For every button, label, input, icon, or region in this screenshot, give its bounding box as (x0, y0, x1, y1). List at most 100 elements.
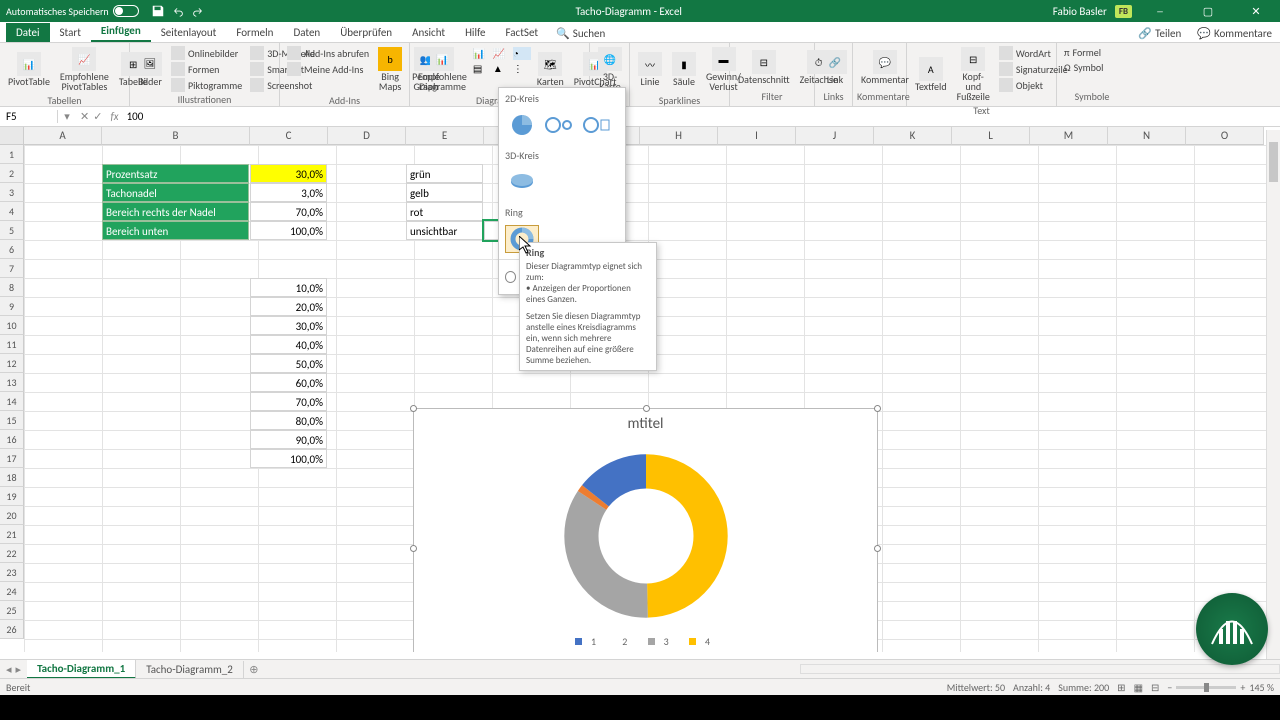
online-pictures-button[interactable]: Onlinebilder (168, 45, 245, 61)
tell-me[interactable]: 🔍 Suchen (548, 25, 613, 42)
zoom-in-button[interactable]: + (1240, 681, 1245, 694)
row-header-23[interactable]: 23 (0, 563, 24, 582)
cell-B2[interactable]: Prozentsatz (102, 164, 249, 183)
textbox-button[interactable]: ATextfeld (911, 45, 951, 104)
bar-chart-icon[interactable]: ▤ (473, 62, 491, 75)
tab-data[interactable]: Daten (283, 23, 330, 42)
tab-help[interactable]: Hilfe (455, 23, 495, 42)
row-header-18[interactable]: 18 (0, 468, 24, 487)
add-sheet-button[interactable]: ⊕ (244, 663, 264, 676)
tab-review[interactable]: Überprüfen (330, 23, 402, 42)
pictograms-button[interactable]: Piktogramme (168, 77, 245, 93)
col-header-K[interactable]: K (874, 127, 952, 145)
zoom-level[interactable]: 145 % (1249, 681, 1274, 694)
cell-B4[interactable]: Bereich rechts der Nadel (102, 202, 249, 221)
row-header-17[interactable]: 17 (0, 449, 24, 468)
resize-handle[interactable] (874, 405, 881, 412)
pivot-table-button[interactable]: 📊PivotTable (4, 45, 54, 94)
get-addins-button[interactable]: Add-Ins abrufen (284, 45, 372, 61)
name-box[interactable]: F5 (0, 110, 58, 123)
cancel-icon[interactable]: ✕ (80, 110, 89, 123)
header-footer-button[interactable]: ⊟Kopf- und Fußzeile (953, 45, 994, 104)
cell-B5[interactable]: Bereich unten (102, 221, 249, 240)
row-header-24[interactable]: 24 (0, 582, 24, 601)
scatter-chart-icon[interactable]: ⋮ (513, 62, 531, 75)
row-header-25[interactable]: 25 (0, 601, 24, 620)
row-header-5[interactable]: 5 (0, 221, 24, 240)
col-header-A[interactable]: A (24, 127, 102, 145)
row-header-10[interactable]: 10 (0, 316, 24, 335)
row-header-8[interactable]: 8 (0, 278, 24, 297)
rec-pivot-button[interactable]: 📈Empfohlene PivotTables (56, 45, 113, 94)
cell-C3[interactable]: 3,0% (250, 183, 327, 202)
cell-C14[interactable]: 70,0% (250, 392, 327, 411)
row-header-4[interactable]: 4 (0, 202, 24, 221)
sheet-grid[interactable]: ABCDEFGHIJKLMNO 123456789101112131415161… (0, 127, 1280, 652)
user-badge-icon[interactable]: FB (1115, 5, 1132, 18)
cell-C15[interactable]: 80,0% (250, 411, 327, 430)
maximize-button[interactable]: ▢ (1188, 0, 1228, 22)
col-header-E[interactable]: E (406, 127, 484, 145)
comments-button[interactable]: 💬 Kommentare (1189, 25, 1280, 42)
row-header-12[interactable]: 12 (0, 354, 24, 373)
row-header-1[interactable]: 1 (0, 145, 24, 164)
area-chart-icon[interactable]: ▲ (493, 62, 511, 75)
col-header-J[interactable]: J (796, 127, 874, 145)
tab-insert[interactable]: Einfügen (91, 21, 151, 42)
row-header-19[interactable]: 19 (0, 487, 24, 506)
spark-column-button[interactable]: ▮Säule (668, 45, 700, 94)
cell-E4[interactable]: rot (406, 202, 483, 221)
cell-C10[interactable]: 30,0% (250, 316, 327, 335)
redo-icon[interactable] (191, 4, 205, 18)
row-header-20[interactable]: 20 (0, 506, 24, 525)
row-header-7[interactable]: 7 (0, 259, 24, 278)
col-header-C[interactable]: C (250, 127, 328, 145)
formula-button[interactable]: π Formel (1061, 45, 1106, 60)
cell-C9[interactable]: 20,0% (250, 297, 327, 316)
my-addins-button[interactable]: Meine Add-Ins (284, 61, 372, 77)
pie-of-pie-option[interactable] (543, 111, 577, 139)
pie-chart-icon[interactable]: ◔ (513, 47, 531, 60)
tab-view[interactable]: Ansicht (402, 23, 455, 42)
link-button[interactable]: 🔗Link (819, 45, 851, 90)
symbol-button[interactable]: Ω Symbol (1061, 60, 1106, 75)
tab-start[interactable]: Start (50, 23, 91, 42)
cell-E5[interactable]: unsichtbar (406, 221, 483, 240)
zoom-slider[interactable] (1176, 686, 1236, 689)
column-chart-icon[interactable]: 📊 (473, 47, 491, 60)
vertical-scrollbar[interactable] (1266, 130, 1280, 659)
row-header-26[interactable]: 26 (0, 620, 24, 639)
sheet-nav-next-icon[interactable]: ▸ (16, 663, 22, 676)
zoom-out-button[interactable]: − (1167, 681, 1172, 694)
share-button[interactable]: 🔗 Teilen (1130, 25, 1189, 42)
row-header-21[interactable]: 21 (0, 525, 24, 544)
col-header-M[interactable]: M (1030, 127, 1108, 145)
tab-formulas[interactable]: Formeln (226, 23, 283, 42)
minimize-button[interactable]: ─ (1140, 0, 1180, 22)
row-header-9[interactable]: 9 (0, 297, 24, 316)
cell-C5[interactable]: 100,0% (250, 221, 327, 240)
pictures-button[interactable]: 🖼Bilder (134, 45, 166, 93)
line-chart-icon[interactable]: 📈 (493, 47, 511, 60)
shapes-button[interactable]: Formen (168, 61, 245, 77)
row-header-3[interactable]: 3 (0, 183, 24, 202)
rec-charts-button[interactable]: 📊Empfohlene Diagramme (414, 45, 471, 94)
comment-button[interactable]: 💬Kommentar (857, 45, 913, 90)
cell-C8[interactable]: 10,0% (250, 278, 327, 297)
sheet-tab-2[interactable]: Tacho-Diagramm_2 (136, 661, 244, 678)
tab-file[interactable]: Datei (6, 23, 50, 42)
row-header-11[interactable]: 11 (0, 335, 24, 354)
pie-3d-option[interactable] (505, 168, 539, 196)
cell-C11[interactable]: 40,0% (250, 335, 327, 354)
sheet-tab-1[interactable]: Tacho-Diagramm_1 (27, 660, 136, 679)
row-header-16[interactable]: 16 (0, 430, 24, 449)
tab-pagelayout[interactable]: Seitenlayout (151, 23, 227, 42)
col-header-O[interactable]: O (1186, 127, 1264, 145)
cell-C17[interactable]: 100,0% (250, 449, 327, 468)
view-normal-icon[interactable]: ⊞ (1117, 681, 1125, 694)
row-header-14[interactable]: 14 (0, 392, 24, 411)
resize-handle[interactable] (410, 405, 417, 412)
select-all-corner[interactable] (0, 127, 24, 145)
tab-factset[interactable]: FactSet (496, 23, 549, 42)
save-icon[interactable] (151, 4, 165, 18)
